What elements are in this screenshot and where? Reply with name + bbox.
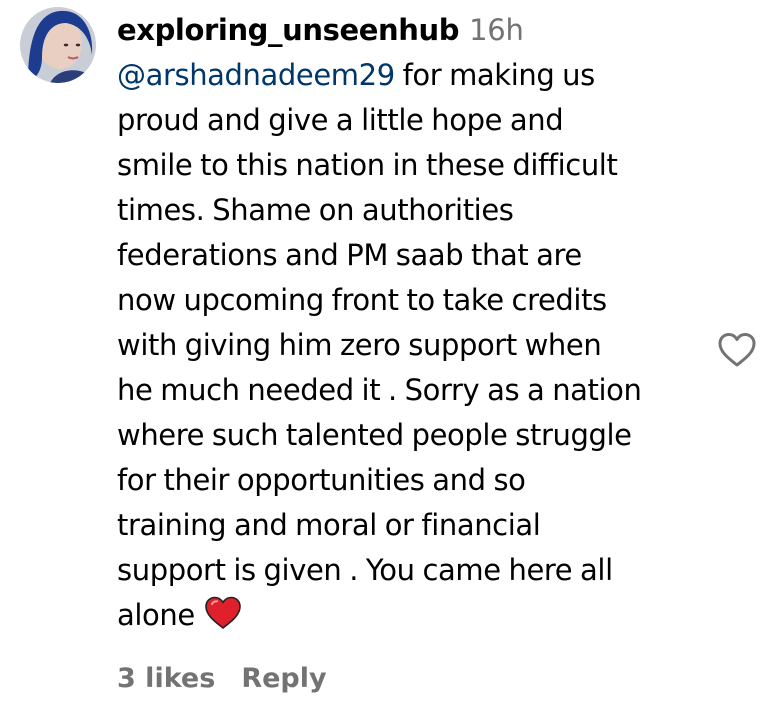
comment-text-segment: alone xyxy=(117,598,195,632)
comment: exploring_unseenhub 16h @arshadnadeem29 f… xyxy=(0,0,774,711)
comment-line: for their opportunities and so xyxy=(117,463,526,497)
comment-line: alone xyxy=(117,593,702,644)
comment-line: now upcoming front to take credits xyxy=(117,283,607,317)
comment-actions: 3 likes Reply xyxy=(117,657,327,701)
username-link[interactable]: exploring_unseenhub xyxy=(117,13,460,47)
comment-line: he much needed it . Sorry as a nation xyxy=(117,373,642,407)
reply-button[interactable]: Reply xyxy=(241,663,326,694)
mention-link[interactable]: @arshadnadeem29 xyxy=(117,58,395,92)
avatar-image xyxy=(20,7,96,83)
comment-line: smile to this nation in these difficult xyxy=(117,148,618,182)
timestamp: 16h xyxy=(469,13,524,47)
comment-line: federations and PM saab that are xyxy=(117,238,582,272)
heart-outline-icon[interactable] xyxy=(716,330,758,370)
comment-line: training and moral or financial xyxy=(117,508,541,542)
comment-text-segment: for making us xyxy=(394,58,596,92)
avatar[interactable] xyxy=(20,7,96,83)
comment-line: support is given . You came here all xyxy=(117,553,613,587)
comment-line: proud and give a little hope and xyxy=(117,103,564,137)
likes-count-button[interactable]: 3 likes xyxy=(117,663,215,694)
comment-line: with giving him zero support when xyxy=(117,328,602,362)
comment-line: @arshadnadeem29 for making us xyxy=(117,53,702,98)
comment-body: exploring_unseenhub 16h @arshadnadeem29 f… xyxy=(117,8,702,644)
comment-line: times. Shame on authorities xyxy=(117,193,514,227)
comment-header: exploring_unseenhub 16h xyxy=(117,8,702,53)
comment-text: @arshadnadeem29 for making us proud and … xyxy=(117,53,702,644)
red-heart-emoji xyxy=(203,595,243,644)
comment-line: where such talented people struggle xyxy=(117,418,632,452)
